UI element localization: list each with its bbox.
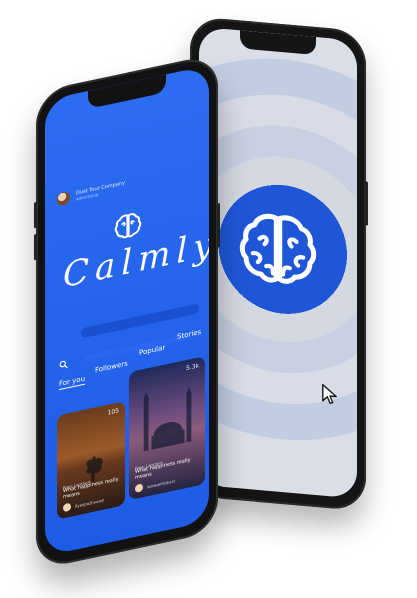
brain-icon <box>114 213 142 239</box>
profile-text: Dust Tour Company advertising <box>76 180 125 201</box>
power-button <box>217 202 220 248</box>
volume-button <box>34 201 37 229</box>
story-card[interactable]: 105 Rose Lambert What happiness really m… <box>57 401 125 520</box>
pointer-cursor-icon <box>322 383 337 404</box>
brain-icon <box>239 214 317 285</box>
power-button <box>365 181 368 226</box>
tab-followers[interactable]: Followers <box>95 359 128 374</box>
avatar <box>63 502 71 513</box>
avatar <box>135 483 143 493</box>
tab-stories[interactable]: Stories <box>177 328 201 341</box>
front-screen: Dust Tour Company advertising Calmly For… <box>45 65 209 557</box>
card-count: 105 <box>107 407 119 417</box>
front-notch <box>88 74 166 109</box>
mosque-icon <box>143 386 192 452</box>
back-screen <box>199 26 357 499</box>
search-icon[interactable] <box>59 359 68 370</box>
front-phone: Dust Tour Company advertising Calmly For… <box>34 53 220 571</box>
story-card[interactable]: 5.3k Rose Lambert What happiness really … <box>129 356 205 501</box>
card-count: 5.3k <box>185 362 199 373</box>
card-username: sorwanfrohert <box>147 477 176 489</box>
phone-mockup-scene: Dust Tour Company advertising Calmly For… <box>0 0 417 598</box>
back-notch <box>240 30 316 56</box>
avatar[interactable] <box>57 190 70 207</box>
card-username: ilyaspazhvand <box>75 497 104 509</box>
profile-header[interactable]: Dust Tour Company advertising <box>57 179 125 207</box>
volume-button <box>34 233 37 261</box>
